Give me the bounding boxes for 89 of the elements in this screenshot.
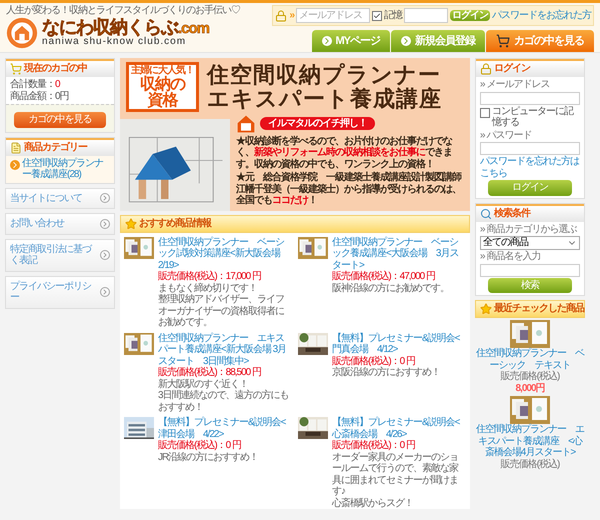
side-link[interactable]: お問い合わせ	[5, 213, 115, 234]
box-title: 商品カテゴリー	[24, 142, 87, 154]
recent-product-title[interactable]: 住空間収納プランナー ベーシック テキスト	[475, 348, 585, 371]
star-icon	[125, 218, 137, 230]
recent-product-title[interactable]: 住空間収納プランナー エキスパート養成講座 <心斎橋会場4月スタート>	[475, 424, 585, 458]
document-icon	[10, 142, 22, 154]
nav-tab[interactable]: カゴの中を見る	[486, 30, 594, 52]
house-icon	[236, 114, 256, 134]
badge-text: 収納の	[140, 76, 185, 92]
chevron-icon	[322, 36, 332, 46]
cart-icon	[496, 34, 510, 48]
product-title[interactable]: 【無料】プレセミナー&説明会<門真会場 4/12>	[332, 332, 466, 356]
product-description: 新大阪駅のすぐ近く！ 3日間連続なので、遠方の方にもおすすめ！	[158, 378, 290, 413]
star-icon	[480, 303, 492, 315]
badge-text: 資格	[148, 92, 178, 108]
search-button[interactable]: 検索	[488, 278, 572, 293]
product-price: 販売価格(税込)：0 円	[158, 440, 242, 452]
banner-text: ★収納診断を学べるので、お片付けのお仕事だけでなく、新築やリフォーム時の収納相談をお仕事にできます。収納の資格の中でも、ワンランク上の資格！	[236, 136, 454, 170]
logo-title: なにわ収納くらぶ.com	[42, 18, 210, 36]
product-description: 京阪沿線の方におすすめ！	[332, 367, 441, 378]
remember-checkbox[interactable]	[372, 10, 382, 20]
login-button[interactable]: ログイン	[450, 10, 490, 22]
lock-icon	[480, 63, 492, 75]
product-title[interactable]: 【無料】プレセミナー&説明会<津田会場 4/22>	[158, 417, 292, 440]
search-icon	[480, 208, 492, 220]
field-label: » 商品名を入力	[480, 251, 542, 262]
product-title[interactable]: 住空間収納プランナー ベーシック試験対策講座<新大阪会場 2/19>	[158, 236, 292, 271]
chevron-icon	[100, 250, 110, 260]
recent-product-price: 8,000円	[515, 382, 545, 394]
product-price: 販売価格(税込)：47,000 円	[332, 271, 436, 282]
product-price: 販売価格(税込)：0 円	[332, 440, 416, 452]
email-field[interactable]	[480, 92, 580, 104]
box-title: 現在のカゴの中	[24, 63, 87, 75]
nav-tab[interactable]: 新規会員登録	[391, 30, 485, 52]
nav-tab[interactable]: MYページ	[312, 30, 390, 52]
banner-title: 住空間収納プランナー	[207, 62, 442, 87]
cart-summary-label: 合計数量：	[10, 79, 55, 90]
remember-label: 記憶	[384, 10, 402, 22]
arrow-mark: »	[289, 10, 294, 22]
view-cart-button[interactable]: カゴの中を見る	[14, 112, 106, 128]
product-description: 阪神沿線の方にお勧めです。	[332, 282, 450, 294]
remember-label: コンピューターに記憶する	[492, 106, 574, 128]
side-link[interactable]: 特定商取引法に基づく表記	[5, 238, 115, 272]
field-label: » 商品カテゴリから選ぶ	[480, 224, 578, 235]
lock-icon	[275, 10, 288, 22]
logo-emblem-icon	[6, 16, 38, 48]
cart-icon	[10, 63, 22, 75]
price-label: 販売価格(税込)	[500, 458, 560, 470]
category-select[interactable]: 全ての商品	[480, 236, 580, 250]
section-title: おすすめ商品情報	[139, 218, 211, 230]
bullet-icon	[10, 160, 20, 170]
box-title: ログイン	[494, 63, 530, 75]
chevron-icon	[100, 193, 110, 204]
logo-subtitle: naniwa shu-know club.com	[42, 36, 188, 48]
chevron-icon	[100, 287, 110, 297]
speech-bubble: イルマタルのイチ押し！	[260, 116, 375, 130]
field-label: » メールアドレス	[480, 79, 550, 90]
cart-summary-value: 0円	[55, 90, 69, 102]
field-label: » パスワード	[480, 130, 532, 141]
tagline: 人生が変わる！収納とライフスタイルづくりのお手伝い♡	[6, 5, 240, 16]
section-title: 最近チェックした商品	[494, 303, 584, 315]
forgot-password-link[interactable]: パスワードをお忘れた方	[492, 10, 591, 22]
chevron-icon	[100, 218, 110, 229]
side-link[interactable]: 当サイトについて	[5, 188, 115, 209]
product-title[interactable]: 【無料】プレセミナー&説明会<心斎橋会場 4/26>	[332, 417, 466, 440]
product-description: JR沿線の方におすすめ！	[158, 452, 260, 463]
password-field[interactable]	[480, 142, 580, 155]
product-name-field[interactable]	[480, 264, 580, 276]
product-price: 販売価格(税込)：88,500 円	[158, 367, 262, 378]
chevron-icon	[401, 36, 411, 46]
banner-text: ★元 総合資格学院 一級建築士養成講座設計製図講師江幡千登美（一級建築士）から指導が受けられるのは、全国でもココだけ！	[236, 172, 462, 206]
password-field[interactable]	[404, 8, 448, 23]
product-price: 販売価格(税込)：17,000 円	[158, 271, 262, 282]
product-title[interactable]: 住空間収納プランナー エキスパート養成講座<新大阪会場 3月スタート 3日間集中>	[158, 332, 292, 367]
product-description: まもなく締め切りです！ 整理収納アドバイザー、ライフオーガナイザーの資格取得者にお勧めです。	[158, 282, 285, 328]
forgot-password-link[interactable]: パスワードを忘れた方はこちら	[480, 156, 580, 179]
product-title[interactable]: 住空間収納プランナー ベーシック養成講座<大阪会場 3月スタート>	[332, 236, 466, 271]
box-title: 検索条件	[494, 208, 530, 220]
remember-checkbox[interactable]	[480, 108, 490, 118]
badge-caption: 主婦に大人気！	[131, 65, 194, 76]
price-label: 販売価格(税込)	[500, 371, 560, 382]
product-description: オーダー家具のメーカーのショールームで行うので、素敵な家具に囲まれてセミナーが聞けます♪ 心斎橋駅からスグ！	[332, 452, 460, 509]
banner-title: エキスパート養成講座	[207, 86, 442, 111]
cart-summary-label: 商品金額：	[10, 90, 55, 102]
cart-summary-value: 0	[55, 79, 60, 90]
email-field[interactable]: メールアドレス	[296, 8, 370, 23]
product-price: 販売価格(税込)：0 円	[332, 356, 416, 366]
side-link[interactable]: プライバシーポリシー	[5, 276, 115, 308]
login-button[interactable]: ログイン	[488, 180, 572, 196]
